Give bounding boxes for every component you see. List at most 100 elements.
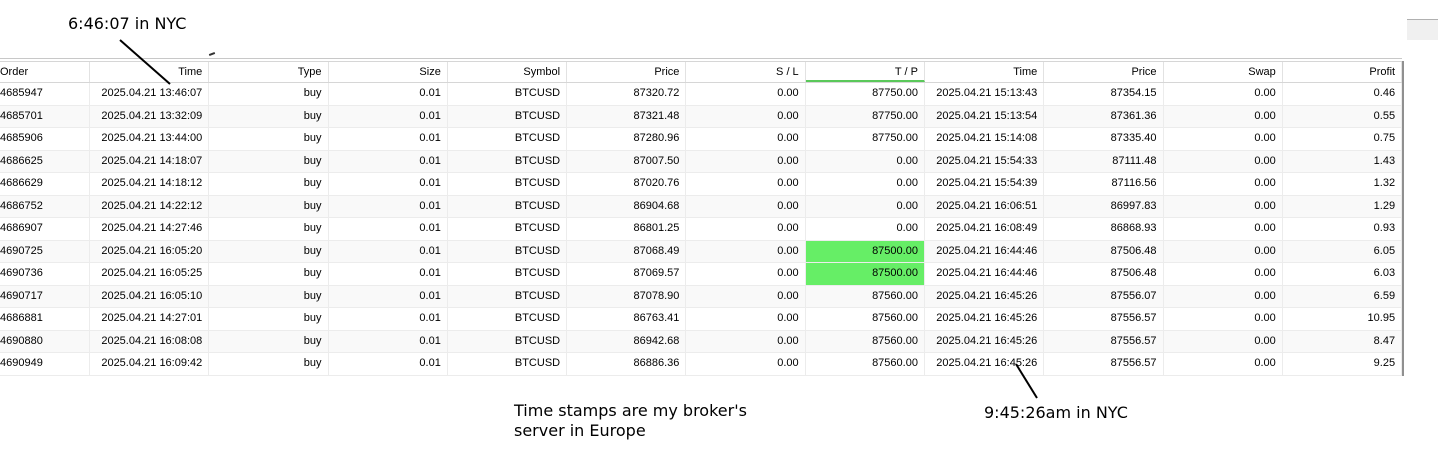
cell-close-time: 2025.04.21 16:44:46 bbox=[925, 263, 1045, 285]
column-header-type[interactable]: Type bbox=[209, 62, 329, 82]
table-row[interactable]: 4690880 2025.04.21 16:08:08 buy 0.01 BTCUSD 8… bbox=[0, 330, 1403, 353]
cell-close-price: 87556.57 bbox=[1044, 330, 1164, 352]
annotation-nyc-close-time: 9:45:26am in NYC bbox=[984, 403, 1128, 422]
cell-sl: 0.00 bbox=[686, 150, 806, 172]
cell-close-price: 87506.48 bbox=[1044, 240, 1164, 262]
cell-close-time: 2025.04.21 16:44:46 bbox=[925, 240, 1045, 262]
cell-tp: 0.00 bbox=[806, 173, 925, 195]
cell-size: 0.01 bbox=[329, 218, 448, 240]
cell-symbol: BTCUSD bbox=[448, 308, 568, 330]
table-row[interactable]: 4686752 2025.04.21 14:22:12 buy 0.01 BTCUSD 8… bbox=[0, 195, 1403, 218]
table-row[interactable]: 4685947 2025.04.21 13:46:07 buy 0.01 BTCUSD 8… bbox=[0, 83, 1403, 106]
cell-open-time: 2025.04.21 14:27:01 bbox=[90, 308, 210, 330]
column-header-open-price[interactable]: Price bbox=[567, 62, 687, 82]
table-row[interactable]: 4686881 2025.04.21 14:27:01 buy 0.01 BTCUSD 8… bbox=[0, 308, 1403, 331]
cell-sl: 0.00 bbox=[686, 218, 806, 240]
cell-open-price: 86801.25 bbox=[567, 218, 687, 240]
cell-sl: 0.00 bbox=[686, 285, 806, 307]
table-row[interactable]: 4690949 2025.04.21 16:09:42 buy 0.01 BTCUSD 8… bbox=[0, 353, 1403, 376]
table-body: 4685947 2025.04.21 13:46:07 buy 0.01 BTCUSD 8… bbox=[0, 83, 1403, 376]
cell-profit: 0.75 bbox=[1283, 128, 1403, 150]
cell-size: 0.01 bbox=[329, 240, 448, 262]
cell-type: buy bbox=[209, 353, 329, 375]
cell-order: 4686625 bbox=[0, 150, 90, 172]
cell-symbol: BTCUSD bbox=[448, 353, 568, 375]
table-row[interactable]: 4690736 2025.04.21 16:05:25 buy 0.01 BTCUSD 8… bbox=[0, 263, 1403, 286]
column-header-profit[interactable]: Profit bbox=[1283, 62, 1403, 82]
table-row[interactable]: 4690717 2025.04.21 16:05:10 buy 0.01 BTCUSD 8… bbox=[0, 285, 1403, 308]
cell-swap: 0.00 bbox=[1164, 105, 1283, 127]
cell-tp: 87750.00 bbox=[806, 128, 925, 150]
cell-size: 0.01 bbox=[329, 128, 448, 150]
column-header-symbol[interactable]: Symbol bbox=[448, 62, 568, 82]
cell-order: 4686881 bbox=[0, 308, 90, 330]
cell-open-price: 86942.68 bbox=[567, 330, 687, 352]
cell-open-price: 87078.90 bbox=[567, 285, 687, 307]
cell-size: 0.01 bbox=[329, 173, 448, 195]
cell-close-price: 87361.36 bbox=[1044, 105, 1164, 127]
column-header-close-time[interactable]: Time bbox=[925, 62, 1045, 82]
cell-profit: 0.93 bbox=[1283, 218, 1403, 240]
trade-history-table: Order Time Type Size Symbol Price S / LT / P Ti… bbox=[0, 61, 1404, 376]
table-header: Order Time Type Size Symbol Price S / LT / P Ti… bbox=[0, 61, 1403, 83]
cell-open-price: 87068.49 bbox=[567, 240, 687, 262]
cell-size: 0.01 bbox=[329, 330, 448, 352]
cell-profit: 8.47 bbox=[1283, 330, 1403, 352]
table-row[interactable]: 4685701 2025.04.21 13:32:09 buy 0.01 BTCUSD 8… bbox=[0, 105, 1403, 128]
cell-swap: 0.00 bbox=[1164, 330, 1283, 352]
table-row[interactable]: 4686629 2025.04.21 14:18:12 buy 0.01 BTCUSD 8… bbox=[0, 173, 1403, 196]
column-header-tp[interactable]: T / P bbox=[805, 62, 925, 82]
cell-open-price: 86886.36 bbox=[567, 353, 687, 375]
cell-swap: 0.00 bbox=[1164, 285, 1283, 307]
table-row[interactable]: 4690725 2025.04.21 16:05:20 buy 0.01 BTCUSD 8… bbox=[0, 240, 1403, 263]
cell-close-price: 86997.83 bbox=[1044, 195, 1164, 217]
cell-size: 0.01 bbox=[329, 353, 448, 375]
cell-size: 0.01 bbox=[329, 150, 448, 172]
cell-open-time: 2025.04.21 13:32:09 bbox=[90, 105, 210, 127]
cell-sl: 0.00 bbox=[686, 330, 806, 352]
cell-symbol: BTCUSD bbox=[448, 330, 568, 352]
cell-close-time: 2025.04.21 16:06:51 bbox=[925, 195, 1045, 217]
cell-open-price: 86763.41 bbox=[567, 308, 687, 330]
cell-order: 4686752 bbox=[0, 195, 90, 217]
cell-order: 4685906 bbox=[0, 128, 90, 150]
cell-profit: 1.43 bbox=[1283, 150, 1403, 172]
cell-sl: 0.00 bbox=[686, 173, 806, 195]
cell-size: 0.01 bbox=[329, 308, 448, 330]
cell-open-time: 2025.04.21 16:05:20 bbox=[90, 240, 210, 262]
column-header-close-price[interactable]: Price bbox=[1044, 62, 1164, 82]
cell-open-time: 2025.04.21 13:44:00 bbox=[90, 128, 210, 150]
column-header-swap[interactable]: Swap bbox=[1164, 62, 1283, 82]
cell-tp: 87500.00 bbox=[805, 263, 925, 285]
cell-swap: 0.00 bbox=[1164, 308, 1283, 330]
cell-open-time: 2025.04.21 16:05:10 bbox=[90, 285, 210, 307]
stray-mark bbox=[208, 52, 216, 56]
cell-swap: 0.00 bbox=[1164, 263, 1283, 285]
cell-swap: 0.00 bbox=[1164, 195, 1283, 217]
cell-order: 4690725 bbox=[0, 240, 90, 262]
cell-type: buy bbox=[209, 195, 329, 217]
cell-close-price: 86868.93 bbox=[1044, 218, 1164, 240]
column-header-size[interactable]: Size bbox=[329, 62, 448, 82]
table-row[interactable]: 4686907 2025.04.21 14:27:46 buy 0.01 BTCUSD 8… bbox=[0, 218, 1403, 241]
cell-close-price: 87111.48 bbox=[1044, 150, 1164, 172]
column-header-open-time[interactable]: Time bbox=[90, 62, 210, 82]
cell-symbol: BTCUSD bbox=[448, 105, 568, 127]
cell-symbol: BTCUSD bbox=[448, 218, 568, 240]
table-row[interactable]: 4686625 2025.04.21 14:18:07 buy 0.01 BTCUSD 8… bbox=[0, 150, 1403, 173]
table-row[interactable]: 4685906 2025.04.21 13:44:00 buy 0.01 BTCUSD 8… bbox=[0, 128, 1403, 151]
cell-open-price: 87320.72 bbox=[567, 83, 687, 105]
cell-profit: 6.59 bbox=[1283, 285, 1403, 307]
cell-open-price: 86904.68 bbox=[567, 195, 687, 217]
column-header-sl[interactable]: S / L bbox=[686, 62, 806, 82]
cell-close-time: 2025.04.21 16:45:26 bbox=[925, 285, 1045, 307]
column-header-order[interactable]: Order bbox=[0, 62, 90, 82]
cell-profit: 1.29 bbox=[1283, 195, 1403, 217]
cell-tp: 87560.00 bbox=[806, 353, 925, 375]
cell-profit: 9.25 bbox=[1283, 353, 1403, 375]
cell-type: buy bbox=[209, 330, 329, 352]
cell-symbol: BTCUSD bbox=[448, 173, 568, 195]
cell-symbol: BTCUSD bbox=[448, 263, 568, 285]
cell-type: buy bbox=[209, 263, 329, 285]
cell-open-price: 87007.50 bbox=[567, 150, 687, 172]
